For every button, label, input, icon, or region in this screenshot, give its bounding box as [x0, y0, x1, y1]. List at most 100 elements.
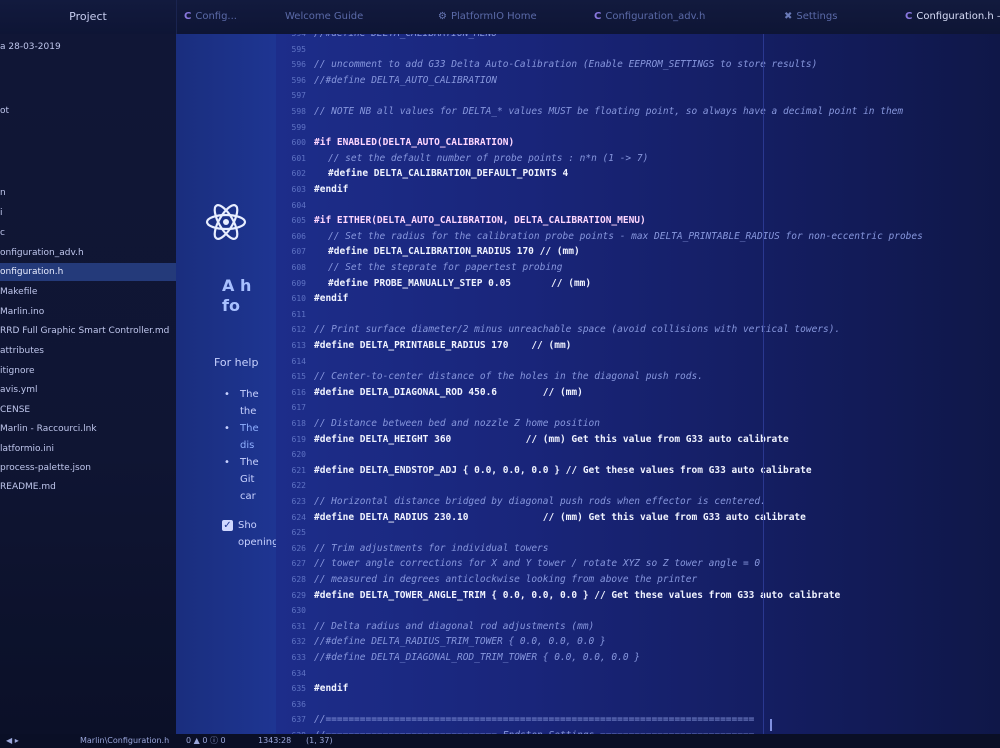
tree-item-label: Makefile	[0, 287, 38, 297]
tab-configuration-adv[interactable]: C Configuration_adv.h	[594, 6, 705, 28]
code-line[interactable]: // Horizontal distance bridged by diagon…	[314, 496, 766, 507]
line-number: 595	[291, 44, 306, 54]
tree-item[interactable]: process-palette.json	[0, 459, 176, 477]
line-number: 619	[291, 434, 306, 444]
code-line[interactable]: // tower angle corrections for X and Y t…	[314, 558, 760, 569]
code-line[interactable]: #define DELTA_RADIUS 230.10 // (mm) Get …	[314, 512, 806, 523]
help-bullet[interactable]: The the	[240, 386, 259, 420]
tree-item[interactable]: onfiguration_adv.h	[0, 244, 176, 262]
bullet-dot: •	[224, 389, 230, 400]
tree-item-label: onfiguration.h	[0, 267, 64, 277]
status-cursor-position[interactable]: 1343:28	[258, 734, 291, 748]
line-number: 599	[291, 122, 306, 132]
code-line[interactable]: #define DELTA_DIAGONAL_ROD 450.6 // (mm)	[314, 387, 583, 398]
line-number: 622	[291, 481, 306, 491]
c-file-icon: C	[905, 11, 913, 22]
code-line[interactable]: // NOTE NB all values for DELTA_* values…	[314, 106, 903, 117]
code-line[interactable]: #if ENABLED(DELTA_AUTO_CALIBRATION)	[314, 137, 514, 148]
tree-item[interactable]: RRD Full Graphic Smart Controller.md	[0, 322, 176, 340]
tab-project[interactable]: Project	[0, 0, 177, 34]
tab-config[interactable]: C Config...	[184, 6, 237, 28]
code-line[interactable]: #define DELTA_CALIBRATION_RADIUS 170 // …	[328, 246, 580, 257]
line-number: 629	[291, 590, 306, 600]
code-line[interactable]: //#define DELTA_CALIBRATION_MENU	[314, 34, 497, 39]
code-line[interactable]: // Print surface diameter/2 minus unreac…	[314, 324, 840, 335]
code-line[interactable]: //#define DELTA_DIAGONAL_ROD_TRIM_TOWER …	[314, 652, 640, 663]
code-line[interactable]: // measured in degrees anticlockwise loo…	[314, 574, 697, 585]
tree-item-label: README.md	[0, 482, 56, 492]
tree-item[interactable]: latformio.ini	[0, 440, 176, 458]
line-number: 621	[291, 465, 306, 475]
line-number: 620	[291, 450, 306, 460]
tree-item[interactable]: ot	[0, 102, 176, 120]
code-line[interactable]: // Trim adjustments for individual tower…	[314, 543, 549, 554]
tree-item[interactable]: README.md	[0, 478, 176, 496]
code-line[interactable]: // Set the steprate for papertest probin…	[328, 262, 563, 273]
show-on-open-label: Sho opening	[238, 520, 276, 548]
tree-item[interactable]: c	[0, 224, 176, 242]
tab-label: Welcome Guide	[285, 11, 364, 22]
status-file-path[interactable]: Marlin\Configuration.h	[80, 734, 169, 748]
code-line[interactable]: //======================================…	[314, 714, 754, 725]
tree-item-label: latformio.ini	[0, 444, 54, 454]
code-line[interactable]: // Delta radius and diagonal rod adjustm…	[314, 621, 594, 632]
line-number: 600	[291, 138, 306, 148]
code-line[interactable]: #endif	[314, 293, 348, 304]
tab-label: Configuration_adv.h	[605, 11, 706, 22]
tree-item-label: itignore	[0, 366, 35, 376]
code-line[interactable]: // Set the radius for the calibration pr…	[328, 231, 923, 242]
tree-item[interactable]: Marlin.ino	[0, 303, 176, 321]
line-number: 626	[291, 543, 306, 553]
code-line[interactable]: #define PROBE_MANUALLY_STEP 0.05 // (mm)	[328, 278, 591, 289]
tab-platformio-home[interactable]: ⚙ PlatformIO Home	[438, 6, 537, 28]
code-line[interactable]: #if EITHER(DELTA_AUTO_CALIBRATION, DELTA…	[314, 215, 646, 226]
code-line[interactable]: //#define DELTA_RADIUS_TRIM_TOWER { 0.0,…	[314, 636, 606, 647]
code-line[interactable]: #define DELTA_ENDSTOP_ADJ { 0.0, 0.0, 0.…	[314, 465, 812, 476]
line-number: 596	[291, 75, 306, 85]
for-help-heading: For help	[214, 356, 259, 369]
code-line[interactable]: //#define DELTA_AUTO_CALIBRATION	[314, 75, 497, 86]
tab-project-label: Project	[69, 10, 107, 23]
tree-item[interactable]: Makefile	[0, 283, 176, 301]
code-line[interactable]: // Center-to-center distance of the hole…	[314, 371, 703, 382]
tree-item[interactable]: i	[0, 204, 176, 222]
code-line[interactable]: #endif	[314, 184, 348, 195]
tab-label: Config...	[195, 11, 237, 22]
help-bullet[interactable]: The dis	[240, 420, 259, 454]
code-line[interactable]: #define DELTA_HEIGHT 360 // (mm) Get thi…	[314, 434, 789, 445]
code-line[interactable]: // uncomment to add G33 Delta Auto-Calib…	[314, 59, 817, 70]
tab-configuration[interactable]: C Configuration.h —	[905, 6, 1000, 28]
tab-settings[interactable]: ✖ Settings	[784, 6, 837, 28]
code-line[interactable]: #define DELTA_PRINTABLE_RADIUS 170 // (m…	[314, 340, 571, 351]
tree-item[interactable]: attributes	[0, 342, 176, 360]
tree-item-label: i	[0, 208, 3, 218]
code-line[interactable]: #define DELTA_TOWER_ANGLE_TRIM { 0.0, 0.…	[314, 590, 840, 601]
line-number: 601	[291, 153, 306, 163]
tree-item[interactable]: avis.yml	[0, 381, 176, 399]
line-number: 618	[291, 419, 306, 428]
tree-item[interactable]: a 28-03-2019	[0, 38, 176, 56]
code-line[interactable]: #define DELTA_CALIBRATION_DEFAULT_POINTS…	[328, 168, 568, 179]
line-number: 609	[291, 278, 306, 288]
code-editor[interactable]: 594 595 596 596 597 598 599 600 601 602 603 604 605 6…	[276, 34, 1000, 734]
line-number: 625	[291, 528, 306, 538]
tree-item-label: ot	[0, 106, 10, 116]
tab-label: Settings	[796, 11, 838, 22]
tree-item[interactable]: itignore	[0, 362, 176, 380]
code-line[interactable]: // set the default number of probe point…	[328, 153, 648, 164]
tree-item-selected[interactable]: onfiguration.h	[0, 263, 176, 281]
line-number: 627	[291, 559, 306, 569]
help-bullet[interactable]: The Git car	[240, 454, 259, 505]
code-line[interactable]: // Distance between bed and nozzle Z hom…	[314, 418, 600, 429]
show-on-open-checkbox[interactable]: ✓	[222, 520, 233, 531]
line-number: 617	[291, 403, 306, 413]
line-number: 604	[291, 200, 306, 210]
code-line[interactable]: #endif	[314, 683, 348, 694]
tree-item[interactable]: CENSE	[0, 401, 176, 419]
tree-item[interactable]: Marlin - Raccourci.lnk	[0, 420, 176, 438]
status-selection[interactable]: (1, 37)	[306, 734, 333, 748]
bullet-dot: •	[224, 423, 230, 434]
status-problems[interactable]: 0 ▲ 0 ⓘ 0	[186, 734, 226, 748]
tree-item[interactable]: n	[0, 184, 176, 202]
tab-welcome-guide[interactable]: Welcome Guide	[285, 6, 363, 28]
